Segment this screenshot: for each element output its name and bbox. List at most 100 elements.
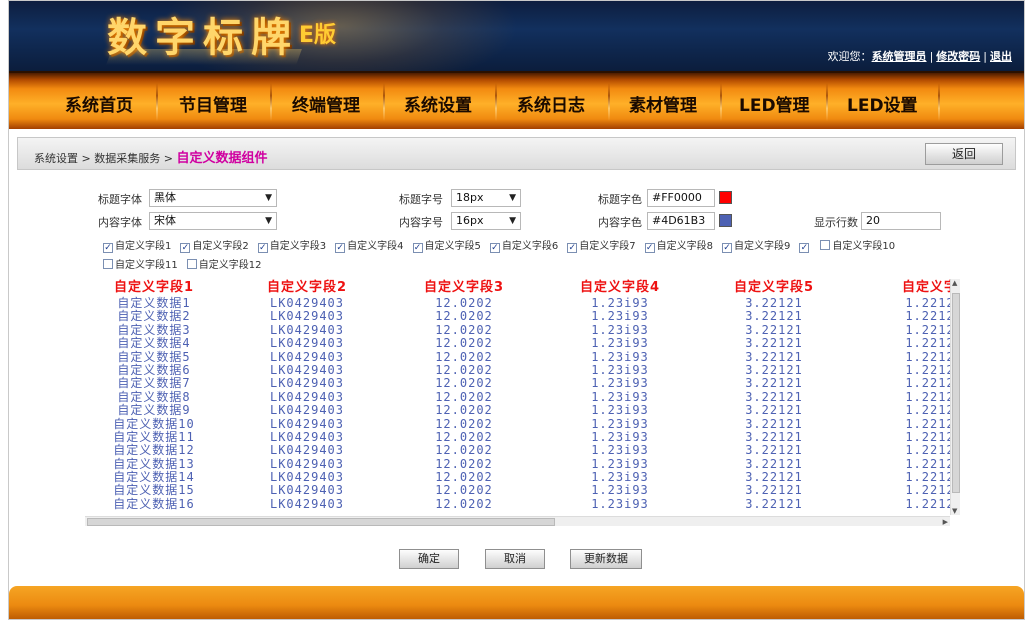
preview-cell: LK0429403 xyxy=(269,416,345,431)
logo-title: 数字标牌 xyxy=(107,14,299,61)
preview-cell: 3.22121 xyxy=(745,483,803,498)
preview-cell: 1.23i93 xyxy=(591,322,649,337)
preview-cell: LK0429403 xyxy=(269,376,345,391)
field-checkbox-11[interactable]: 自定义字段10 xyxy=(820,237,895,256)
scroll-down-icon[interactable]: ▼ xyxy=(952,507,957,515)
horizontal-scroll-thumb[interactable] xyxy=(87,518,555,526)
preview-cell: 12.0202 xyxy=(435,416,493,431)
preview-cell: 12.0202 xyxy=(435,376,493,391)
field-checkbox-label: 自定义字段9 xyxy=(734,241,791,252)
preview-cell: 1.2212 xyxy=(905,483,951,498)
nav-programs[interactable]: 节目管理 xyxy=(179,91,247,116)
field-checkbox-4[interactable]: ✓ 自定义字段4 xyxy=(335,237,404,256)
nav-divider xyxy=(156,83,158,121)
nav-logs[interactable]: 系统日志 xyxy=(517,91,585,116)
field-checkbox-6[interactable]: ✓ 自定义字段6 xyxy=(489,237,559,256)
nav-terminals[interactable]: 终端管理 xyxy=(292,91,360,116)
field-checkbox-3[interactable]: ✓ 自定义字段3 xyxy=(257,237,326,256)
field-checkbox-2[interactable]: ✓ 自定义字段2 xyxy=(180,237,249,256)
title-color-input[interactable]: #FF0000 xyxy=(647,189,715,207)
preview-cell: 12.0202 xyxy=(435,389,493,404)
checkbox-checked-icon[interactable]: ✓ xyxy=(722,243,732,253)
nav-led-settings[interactable]: LED设置 xyxy=(847,91,918,116)
back-button[interactable]: 返回 xyxy=(925,143,1003,165)
content-color-picker-icon[interactable] xyxy=(719,214,732,227)
breadcrumb: 系统设置 > 数据采集服务 > 自定义数据组件 xyxy=(34,147,267,166)
preview-cell: 12.0202 xyxy=(435,443,493,458)
preview-cell: 1.2212 xyxy=(905,296,951,310)
preview-cell: 12.0202 xyxy=(435,470,493,485)
nav-divider xyxy=(495,83,497,121)
checkbox-unchecked-icon[interactable] xyxy=(103,259,113,269)
field-checkbox-5[interactable]: ✓ 自定义字段5 xyxy=(412,237,481,256)
preview-column-header: 自定义字段3 xyxy=(423,280,505,295)
field-checkbox-9[interactable]: ✓ 自定义字段9 xyxy=(722,237,790,256)
breadcrumb-bar: 系统设置 > 数据采集服务 > 自定义数据组件 返回 xyxy=(17,137,1016,170)
content-color-input[interactable]: #4D61B3 xyxy=(647,212,715,230)
nav-home[interactable]: 系统首页 xyxy=(65,91,133,116)
breadcrumb-separator: > xyxy=(81,152,95,165)
title-color-picker-icon[interactable] xyxy=(719,191,732,204)
nav-divider xyxy=(608,83,610,121)
horizontal-scrollbar[interactable]: ▶ xyxy=(85,516,950,526)
field-checkbox-10[interactable]: ✓ xyxy=(799,237,811,256)
checkbox-checked-icon[interactable]: ✓ xyxy=(567,243,578,253)
preview-cell: LK0429403 xyxy=(269,309,345,324)
preview-cell: 12.0202 xyxy=(435,336,493,351)
change-password-link[interactable]: 修改密码 xyxy=(936,50,980,63)
checkbox-checked-icon[interactable]: ✓ xyxy=(335,243,346,253)
preview-cell: 自定义数据2 xyxy=(117,309,191,324)
field-checkbox-7[interactable]: ✓ 自定义字段7 xyxy=(567,237,636,256)
preview-cell: 3.22121 xyxy=(745,470,803,485)
breadcrumb-parent[interactable]: 数据采集服务 xyxy=(94,152,160,165)
field-checkbox-1[interactable]: ✓ 自定义字段1 xyxy=(103,237,171,256)
refresh-data-button[interactable]: 更新数据 xyxy=(570,549,642,569)
checkbox-checked-icon[interactable]: ✓ xyxy=(412,243,423,253)
nav-settings[interactable]: 系统设置 xyxy=(404,91,472,116)
preview-cell: 1.2212 xyxy=(905,403,951,418)
vertical-scroll-thumb[interactable] xyxy=(952,293,960,493)
confirm-button[interactable]: 确定 xyxy=(399,549,459,569)
checkbox-checked-icon[interactable]: ✓ xyxy=(489,243,500,253)
footer-bar xyxy=(9,586,1024,619)
preview-cell: 1.2212 xyxy=(905,349,951,364)
scroll-right-icon[interactable]: ▶ xyxy=(943,518,948,526)
nav-divider xyxy=(938,83,940,121)
field-checkbox-label: 自定义字段6 xyxy=(501,241,559,252)
preview-cell: 1.23i93 xyxy=(591,403,649,418)
preview-cell: 1.23i93 xyxy=(591,470,649,485)
checkbox-checked-icon[interactable]: ✓ xyxy=(103,243,113,253)
content-font-select[interactable]: 宋体 ▼ xyxy=(149,212,277,230)
cancel-button[interactable]: 取消 xyxy=(485,549,545,569)
checkbox-checked-icon[interactable]: ✓ xyxy=(257,243,268,253)
vertical-scrollbar[interactable]: ▲ ▼ xyxy=(950,279,960,515)
logout-link[interactable]: 退出 xyxy=(990,50,1012,63)
preview-column-header: 自定义字段5 xyxy=(733,280,815,295)
field-checkbox-label: 自定义字段8 xyxy=(656,241,713,252)
logo-reflection xyxy=(106,49,302,65)
preview-cell: 1.2212 xyxy=(905,429,951,444)
scroll-up-icon[interactable]: ▲ xyxy=(952,279,957,287)
checkbox-unchecked-icon[interactable] xyxy=(820,240,831,250)
header-banner: 数字标牌 E版 欢迎您：系统管理员 | 修改密码 | 退出 xyxy=(9,1,1024,71)
rows-input[interactable]: 20 xyxy=(861,212,941,230)
preview-cell: 自定义数据9 xyxy=(117,403,191,418)
preview-cell: 3.22121 xyxy=(745,362,803,377)
title-font-select[interactable]: 黑体 ▼ xyxy=(149,189,277,207)
checkbox-checked-icon[interactable]: ✓ xyxy=(799,243,810,253)
nav-led-manage[interactable]: LED管理 xyxy=(739,91,810,116)
breadcrumb-separator: > xyxy=(163,152,177,165)
field-checkbox-12[interactable]: 自定义字段11 xyxy=(103,256,178,275)
checkbox-checked-icon[interactable]: ✓ xyxy=(644,243,655,253)
field-checkbox-13[interactable]: 自定义字段12 xyxy=(186,256,261,275)
preview-cell: LK0429403 xyxy=(269,322,345,337)
field-checkbox-8[interactable]: ✓ 自定义字段8 xyxy=(644,237,713,256)
nav-media[interactable]: 素材管理 xyxy=(629,91,697,116)
title-size-select[interactable]: 18px ▼ xyxy=(451,189,521,207)
breadcrumb-root[interactable]: 系统设置 xyxy=(34,152,78,165)
checkbox-unchecked-icon[interactable] xyxy=(186,259,197,269)
preview-cell: 3.22121 xyxy=(745,336,803,351)
checkbox-checked-icon[interactable]: ✓ xyxy=(180,243,191,253)
user-link[interactable]: 系统管理员 xyxy=(872,50,927,63)
content-size-select[interactable]: 16px ▼ xyxy=(451,212,521,230)
